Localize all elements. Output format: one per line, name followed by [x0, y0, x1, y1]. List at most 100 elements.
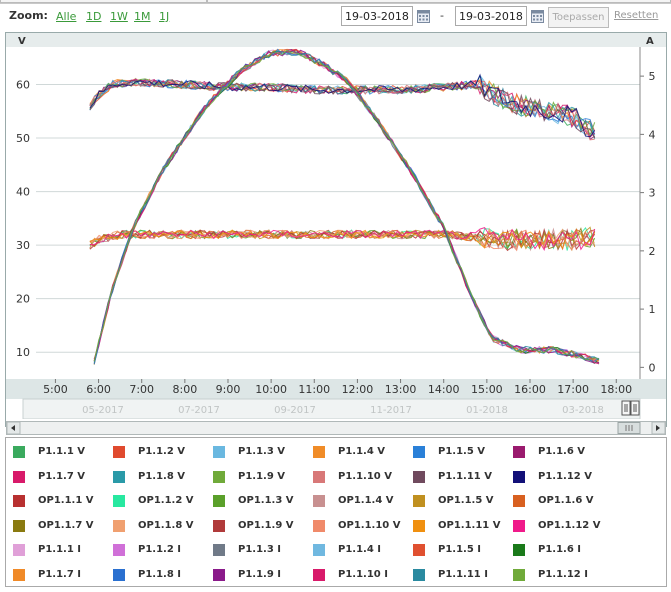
- zoom-1m-link[interactable]: 1M: [134, 10, 151, 23]
- axis-header-bar: [6, 33, 666, 47]
- legend-item[interactable]: P1.1.1 V: [13, 446, 109, 458]
- horizontal-scrollbar[interactable]: [6, 421, 666, 435]
- legend-item[interactable]: OP1.1.3 V: [213, 495, 309, 508]
- legend-label: P1.1.11 V: [438, 470, 492, 482]
- legend-item[interactable]: OP1.1.4 V: [313, 495, 409, 508]
- legend-label: P1.1.7 V: [38, 470, 86, 482]
- legend-label: OP1.1.10 V: [338, 519, 401, 531]
- legend-item[interactable]: P1.1.4 I: [313, 544, 409, 557]
- x-tick-label: 9:00: [216, 383, 241, 396]
- legend-item[interactable]: P1.1.9 V: [213, 470, 309, 483]
- legend-label: OP1.1.7 V: [38, 519, 94, 531]
- calendar-from-icon[interactable]: [417, 10, 430, 23]
- zoom-1j-link[interactable]: 1J: [159, 10, 169, 23]
- x-tick-label: 8:00: [172, 383, 197, 396]
- line-chart[interactable]: V A 10 20 30 40 50 60 0 1 2 3 4 5 5:00 6:00 7:00 8:00 9…: [6, 33, 666, 426]
- legend-item[interactable]: OP1.1.1 V: [13, 495, 109, 508]
- legend-swatch: [513, 569, 525, 581]
- legend-label: OP1.1.12 V: [538, 519, 601, 531]
- legend-swatch: [113, 470, 125, 483]
- zoom-label: Zoom:: [9, 9, 48, 22]
- legend-swatch: [213, 569, 225, 581]
- y-right-tick-label: 1: [649, 303, 656, 316]
- reset-link[interactable]: Resetten: [614, 10, 658, 21]
- legend-item[interactable]: P1.1.8 I: [113, 569, 209, 581]
- y-right-tick-label: 5: [649, 70, 656, 83]
- legend-item[interactable]: P1.1.3 I: [213, 544, 309, 557]
- legend-swatch: [413, 519, 425, 532]
- legend-item[interactable]: OP1.1.8 V: [113, 519, 209, 532]
- tab-left[interactable]: [0, 0, 207, 3]
- legend-swatch: [513, 446, 525, 458]
- legend-swatch: [313, 495, 325, 508]
- legend-label: P1.1.10 V: [338, 470, 392, 482]
- legend-item[interactable]: P1.1.4 V: [313, 446, 409, 458]
- legend-item[interactable]: P1.1.12 V: [513, 470, 609, 483]
- legend-swatch: [213, 470, 225, 483]
- legend-swatch: [413, 569, 425, 581]
- legend-item[interactable]: P1.1.1 I: [13, 544, 109, 557]
- x-tick-label: 15:00: [471, 383, 503, 396]
- zoom-all-link[interactable]: Alle: [56, 10, 76, 23]
- legend-item[interactable]: P1.1.11 V: [413, 470, 509, 483]
- zoom-1w-link[interactable]: 1W: [110, 10, 128, 23]
- y-right-tick-label: 4: [649, 128, 656, 141]
- legend-swatch: [313, 569, 325, 581]
- apply-button[interactable]: Toepassen: [548, 7, 609, 28]
- right-axis-unit: A: [646, 36, 654, 47]
- legend-item[interactable]: P1.1.7 I: [13, 569, 109, 581]
- date-from-field[interactable]: 19-03-2018: [341, 6, 413, 26]
- legend-item[interactable]: P1.1.11 I: [413, 569, 509, 581]
- legend-item[interactable]: OP1.1.7 V: [13, 519, 109, 532]
- tab-right[interactable]: [207, 0, 671, 3]
- legend-item[interactable]: P1.1.8 V: [113, 470, 209, 483]
- legend-item[interactable]: OP1.1.9 V: [213, 519, 309, 532]
- navigator-handle[interactable]: [621, 400, 640, 416]
- legend-item[interactable]: P1.1.3 V: [213, 446, 309, 458]
- top-tab-strip: [0, 0, 671, 4]
- legend-item[interactable]: P1.1.12 I: [513, 569, 609, 581]
- navigator-label: 05-2017: [82, 405, 124, 416]
- x-tick-label: 12:00: [342, 383, 374, 396]
- legend-item[interactable]: P1.1.2 I: [113, 544, 209, 557]
- legend-item[interactable]: OP1.1.6 V: [513, 495, 609, 508]
- legend-label: P1.1.4 V: [338, 446, 386, 457]
- legend-swatch: [13, 446, 25, 458]
- legend-item[interactable]: P1.1.5 V: [413, 446, 509, 458]
- legend-swatch: [13, 569, 25, 581]
- legend-item[interactable]: P1.1.6 V: [513, 446, 609, 458]
- legend-item[interactable]: P1.1.6 I: [513, 544, 609, 557]
- legend-label: P1.1.2 I: [138, 544, 182, 556]
- legend-label: P1.1.3 I: [238, 544, 282, 556]
- legend-swatch: [513, 519, 525, 532]
- legend-item[interactable]: OP1.1.5 V: [413, 495, 509, 508]
- legend-label: P1.1.7 I: [38, 569, 82, 580]
- legend-label: OP1.1.5 V: [438, 495, 494, 507]
- legend-item[interactable]: P1.1.9 I: [213, 569, 309, 581]
- y-left-tick-label: 40: [16, 186, 30, 199]
- y-left-tick-label: 30: [16, 239, 30, 252]
- left-axis-unit: V: [18, 36, 26, 47]
- legend-label: P1.1.12 V: [538, 470, 592, 482]
- legend-swatch: [113, 569, 125, 581]
- x-tick-label: 7:00: [129, 383, 154, 396]
- legend-item[interactable]: P1.1.10 I: [313, 569, 409, 581]
- legend-item[interactable]: P1.1.5 I: [413, 544, 509, 557]
- date-separator: -: [440, 9, 444, 22]
- legend-label: P1.1.12 I: [538, 569, 588, 580]
- legend-swatch: [113, 495, 125, 508]
- legend-item[interactable]: P1.1.7 V: [13, 470, 109, 483]
- legend-item[interactable]: P1.1.10 V: [313, 470, 409, 483]
- legend-item[interactable]: OP1.1.2 V: [113, 495, 209, 508]
- legend-item[interactable]: OP1.1.12 V: [513, 519, 609, 532]
- date-to-field[interactable]: 19-03-2018: [455, 6, 527, 26]
- legend-swatch: [13, 470, 25, 483]
- y-left-tick-label: 10: [16, 346, 30, 359]
- legend-item[interactable]: OP1.1.10 V: [313, 519, 409, 532]
- calendar-to-icon[interactable]: [531, 10, 544, 23]
- legend-label: OP1.1.4 V: [338, 495, 394, 507]
- zoom-1d-link[interactable]: 1D: [86, 10, 101, 23]
- legend-item[interactable]: P1.1.2 V: [113, 446, 209, 458]
- x-tick-label: 16:00: [514, 383, 546, 396]
- legend-item[interactable]: OP1.1.11 V: [413, 519, 509, 532]
